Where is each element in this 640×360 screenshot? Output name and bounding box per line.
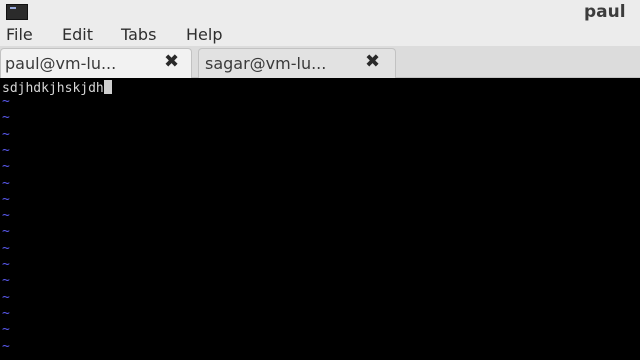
empty-line-tilde: ~: [2, 126, 10, 142]
empty-line-tilde: ~: [2, 240, 10, 256]
close-icon[interactable]: ✖: [164, 52, 179, 72]
title-bar: paul: [0, 0, 640, 24]
empty-line-tilde: ~: [2, 175, 10, 191]
close-icon[interactable]: ✖: [365, 52, 380, 72]
empty-line-tilde: ~: [2, 142, 10, 158]
empty-line-tilde: ~: [2, 94, 10, 109]
empty-line-tilde: ~: [2, 191, 10, 207]
tab-paul[interactable]: paul@vm-lu... ✖: [0, 48, 192, 78]
empty-line-tilde: ~: [2, 322, 10, 338]
menu-bar: File Edit Tabs Help: [0, 24, 640, 46]
tab-label: sagar@vm-lu...: [205, 54, 327, 73]
empty-line-tilde: ~: [2, 110, 10, 126]
empty-line-tilde: ~: [2, 273, 10, 289]
empty-line-tilde: ~: [2, 257, 10, 272]
menu-help[interactable]: Help: [186, 25, 222, 44]
terminal-output[interactable]: sdjhdkjhskjdh ~ ~ ~ ~ ~ ~ ~ ~ ~ ~ ~ ~ ~ ~ ~ ~: [0, 78, 640, 360]
window-title: paul: [584, 2, 626, 22]
editor-text: sdjhdkjhskjdh: [2, 81, 104, 96]
empty-line-tilde: ~: [2, 289, 10, 305]
text-cursor: [103, 80, 112, 94]
tab-bar: paul@vm-lu... ✖ sagar@vm-lu... ✖: [0, 46, 640, 78]
empty-line-tilde: ~: [2, 338, 10, 354]
empty-line-tilde: ~: [2, 208, 10, 224]
empty-line-tilde: ~: [2, 224, 10, 240]
tab-sagar[interactable]: sagar@vm-lu... ✖: [198, 48, 396, 78]
empty-line-tilde: ~: [2, 159, 10, 175]
menu-file[interactable]: File: [6, 25, 33, 44]
terminal-icon: [6, 4, 28, 20]
tab-label: paul@vm-lu...: [5, 54, 117, 73]
empty-line-tilde: ~: [2, 305, 10, 321]
editor-line: sdjhdkjhskjdh: [2, 80, 112, 96]
menu-edit[interactable]: Edit: [62, 25, 93, 44]
menu-tabs[interactable]: Tabs: [121, 25, 156, 44]
